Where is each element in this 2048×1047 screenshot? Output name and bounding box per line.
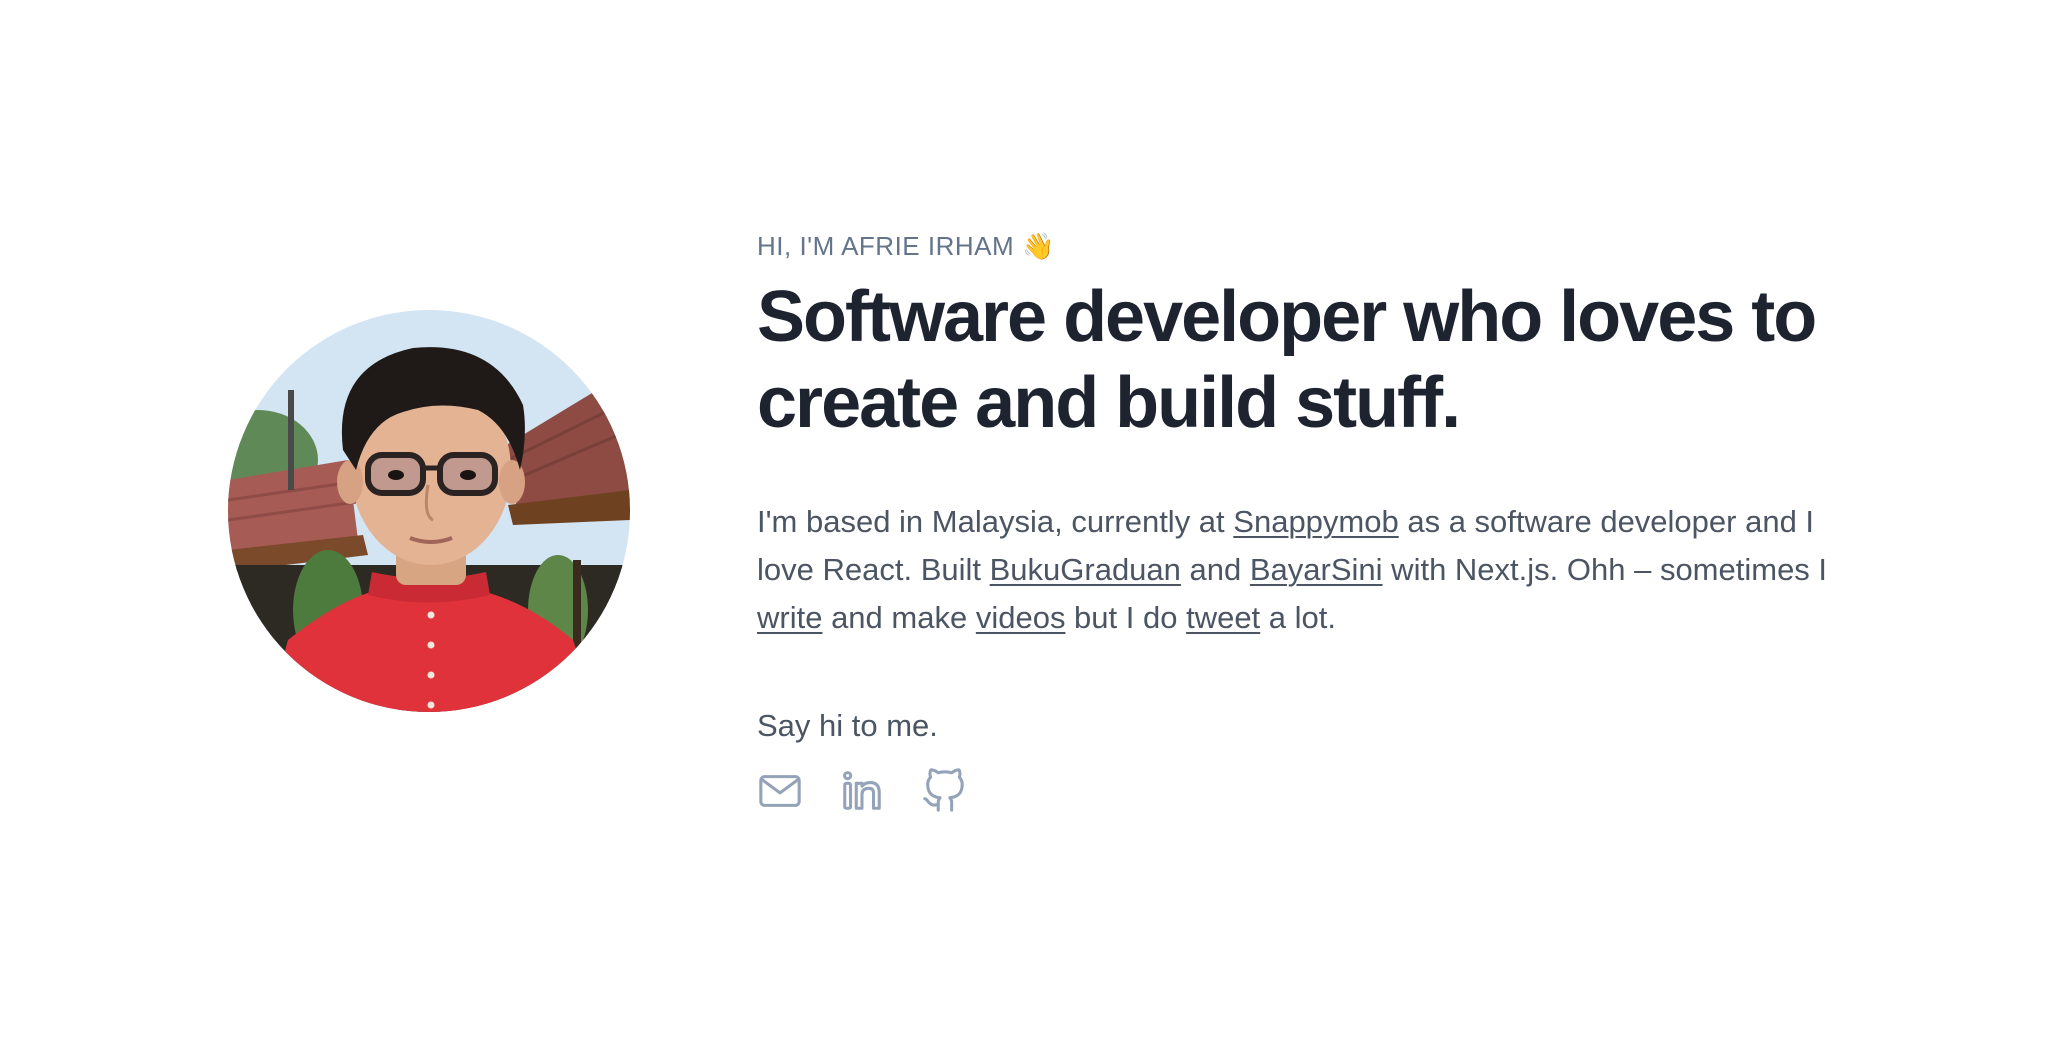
linkedin-icon [843, 771, 881, 810]
github-link[interactable] [921, 768, 967, 814]
github-icon [923, 768, 964, 812]
wave-emoji-icon: 👋 [1022, 231, 1056, 261]
bio-text: and [1180, 552, 1250, 587]
bukugraduan-link[interactable]: BukuGraduan [990, 552, 1181, 587]
intro-section: HI, I'M AFRIE IRHAM 👋 Software developer… [757, 226, 1887, 814]
videos-link[interactable]: videos [976, 600, 1066, 635]
mail-icon [759, 775, 801, 807]
bio-text: a lot. [1260, 600, 1337, 635]
social-links [757, 768, 1887, 814]
greeting-text: HI, I'M AFRIE IRHAM [757, 231, 1015, 261]
page: HI, I'M AFRIE IRHAM 👋 Software developer… [0, 0, 2048, 1047]
say-hi-text: Say hi to me. [757, 708, 938, 743]
profile-photo [228, 310, 630, 712]
linkedin-link[interactable] [839, 768, 885, 814]
bio-text: but I do [1065, 600, 1187, 635]
write-link[interactable]: write [757, 600, 822, 635]
avatar [228, 310, 630, 712]
bio-text: with Next.js. Ohh – sometimes I [1382, 552, 1828, 587]
page-title: Software developer who loves to create a… [757, 277, 1817, 443]
bio-text: and make [822, 600, 976, 635]
bayarsini-link[interactable]: BayarSini [1250, 552, 1383, 587]
bio-paragraph: I'm based in Malaysia, currently at Snap… [757, 498, 1877, 642]
greeting: HI, I'M AFRIE IRHAM 👋 [757, 226, 1887, 266]
snappymob-link[interactable]: Snappymob [1233, 504, 1398, 539]
email-link[interactable] [757, 768, 803, 814]
bio-text: I'm based in Malaysia, currently at [757, 504, 1234, 539]
tweet-link[interactable]: tweet [1186, 600, 1260, 635]
